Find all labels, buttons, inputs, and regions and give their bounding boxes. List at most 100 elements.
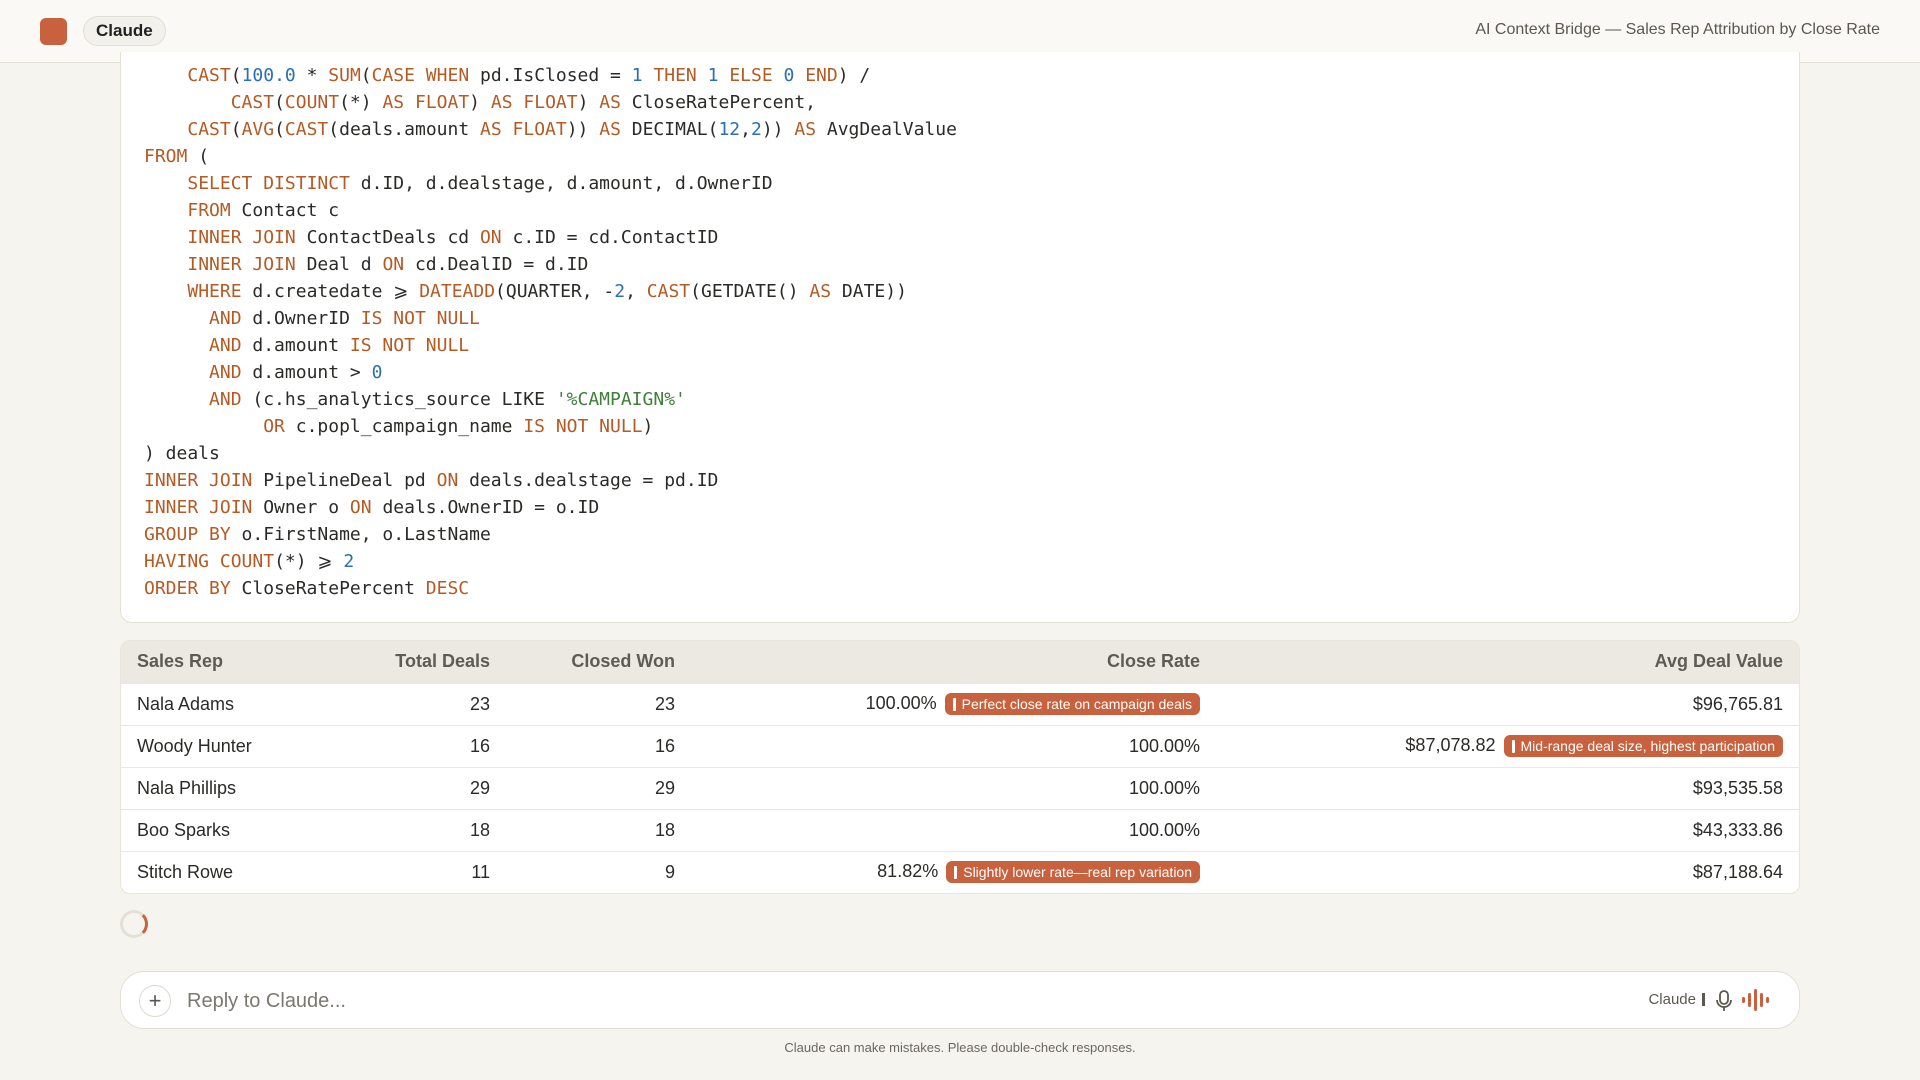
- table-body: Nala Adams 23 23 100.00% Perfect close rate …: [121, 682, 1799, 893]
- table-row: Nala Phillips 29 29 100.00% $93,535.58: [121, 766, 1799, 809]
- cell-close-rate: 81.82% Slightly lower rate—real rep varia…: [691, 850, 1216, 893]
- cell-total-deals: 18: [321, 808, 506, 851]
- table-row: Boo Sparks 18 18 100.00% $43,333.86: [121, 808, 1799, 851]
- code-line: INNER JOIN Deal d ON cd.DealID = d.ID: [187, 254, 589, 275]
- cell-total-deals-value: 23: [469, 693, 490, 714]
- cell-avg-deal-value-value: $43,333.86: [1692, 819, 1783, 840]
- caret-icon: [1702, 993, 1705, 1006]
- cell-sales-rep: Boo Sparks: [121, 808, 321, 851]
- code-line: INNER JOIN ContactDeals cd ON c.ID = cd.…: [187, 227, 719, 248]
- loading-spinner-icon: [120, 910, 148, 938]
- cell-avg-deal-value: $43,333.86: [1216, 808, 1799, 851]
- header-close-rate: Close Rate: [691, 641, 1216, 683]
- code-line: SELECT DISTINCT d.ID, d.dealstage, d.amo…: [187, 173, 773, 194]
- badge-label: Perfect close rate on campaign deals: [961, 696, 1192, 713]
- badge-bar-icon: [952, 697, 956, 711]
- cell-closed-won-value: 16: [654, 735, 675, 756]
- annotation-badge: Slightly lower rate—real rep variation: [946, 861, 1200, 884]
- cell-close-rate: 100.00%: [691, 808, 1216, 851]
- cell-total-deals-value: 16: [469, 735, 490, 756]
- cell-close-rate: 100.00%: [691, 724, 1216, 767]
- cell-avg-deal-value-value: $96,765.81: [1692, 693, 1783, 714]
- cell-avg-deal-value: $87,188.64: [1216, 850, 1799, 893]
- cell-total-deals-value: 18: [469, 819, 490, 840]
- table-header-row: Sales Rep Total Deals Closed Won Close R…: [121, 641, 1799, 683]
- code-line: GROUP BY o.FirstName, o.LastName: [144, 524, 491, 545]
- code-line: WHERE d.createdate ⩾ DATEADD(QUARTER, -2…: [187, 281, 907, 302]
- badge-bar-icon: [954, 865, 958, 879]
- model-selector[interactable]: Claude: [1648, 991, 1705, 1008]
- cell-sales-rep: Nala Phillips: [121, 766, 321, 809]
- reply-composer: + Claude: [120, 971, 1800, 1029]
- table-row: Stitch Rowe 11 9 81.82% Slightly lower rate—…: [121, 850, 1799, 893]
- badge-bar-icon: [1511, 739, 1515, 753]
- cell-sales-rep-value: Stitch Rowe: [137, 861, 234, 882]
- cell-sales-rep: Woody Hunter: [121, 724, 321, 767]
- badge-label: Slightly lower rate—real rep variation: [963, 864, 1192, 881]
- cell-sales-rep-value: Nala Phillips: [137, 777, 237, 798]
- code-line: AND d.amount > 0: [209, 362, 383, 383]
- cell-close-rate-value: 81.82%: [877, 861, 939, 882]
- cell-close-rate-value: 100.00%: [865, 692, 937, 713]
- microphone-icon[interactable]: [1713, 989, 1735, 1013]
- cell-close-rate: 100.00% Perfect close rate on campaign de…: [691, 682, 1216, 725]
- app-logo-icon[interactable]: [40, 17, 67, 45]
- cell-closed-won: 18: [506, 808, 691, 851]
- cell-close-rate: 100.00%: [691, 766, 1216, 809]
- cell-avg-deal-value: $96,765.81: [1216, 682, 1799, 725]
- model-selector-label: Claude: [1648, 991, 1696, 1008]
- cell-avg-deal-value: $87,078.82 Mid-range deal size, highest p…: [1216, 724, 1799, 767]
- code-line: ) deals: [144, 443, 220, 464]
- cell-sales-rep-value: Nala Adams: [137, 693, 235, 714]
- cell-sales-rep: Stitch Rowe: [121, 850, 321, 893]
- cell-closed-won: 23: [506, 682, 691, 725]
- code-line: FROM Contact c: [187, 200, 340, 221]
- app-name-button[interactable]: Claude: [83, 16, 166, 46]
- cell-sales-rep: Nala Adams: [121, 682, 321, 725]
- cell-total-deals: 11: [321, 850, 506, 893]
- code-line: INNER JOIN PipelineDeal pd ON deals.deal…: [144, 470, 719, 491]
- badge-label: Mid-range deal size, highest participati…: [1520, 738, 1775, 755]
- cell-sales-rep-value: Woody Hunter: [137, 735, 252, 756]
- header-closed-won: Closed Won: [506, 641, 691, 683]
- cell-closed-won: 9: [506, 850, 691, 893]
- plus-icon[interactable]: +: [139, 985, 171, 1017]
- code-line: AND (c.hs_analytics_source LIKE '%CAMPAI…: [209, 389, 686, 410]
- cell-closed-won-value: 18: [654, 819, 675, 840]
- cell-total-deals: 16: [321, 724, 506, 767]
- code-line: CAST(AVG(CAST(deals.amount AS FLOAT)) AS…: [187, 119, 957, 140]
- table-row: Nala Adams 23 23 100.00% Perfect close rate …: [121, 682, 1799, 725]
- code-line: OR c.popl_campaign_name IS NOT NULL): [263, 416, 654, 437]
- cell-closed-won: 16: [506, 724, 691, 767]
- cell-total-deals-value: 11: [471, 861, 490, 882]
- table-row: Woody Hunter 16 16 100.00% $87,078.82 Mid-ran…: [121, 724, 1799, 767]
- cell-avg-deal-value: $93,535.58: [1216, 766, 1799, 809]
- cell-close-rate-value: 100.00%: [1128, 735, 1200, 756]
- voice-waveform-icon[interactable]: [1741, 988, 1769, 1012]
- cell-sales-rep-value: Boo Sparks: [137, 819, 231, 840]
- results-table: Sales Rep Total Deals Closed Won Close R…: [120, 640, 1800, 894]
- cell-close-rate-value: 100.00%: [1128, 777, 1200, 798]
- sql-code-block: CAST(100.0 * SUM(CASE WHEN pd.IsClosed =…: [120, 52, 1800, 623]
- disclaimer-text: Claude can make mistakes. Please double-…: [784, 1040, 1136, 1055]
- code-line: ORDER BY CloseRatePercent DESC: [144, 578, 470, 599]
- cell-closed-won-value: 23: [654, 693, 675, 714]
- sql-code: CAST(100.0 * SUM(CASE WHEN pd.IsClosed =…: [144, 62, 957, 602]
- annotation-badge: Perfect close rate on campaign deals: [944, 693, 1200, 716]
- cell-total-deals-value: 29: [469, 777, 490, 798]
- cell-closed-won: 29: [506, 766, 691, 809]
- header-sales-rep: Sales Rep: [121, 641, 321, 683]
- code-line: INNER JOIN Owner o ON deals.OwnerID = o.…: [144, 497, 600, 518]
- cell-closed-won-value: 29: [654, 777, 675, 798]
- annotation-badge: Mid-range deal size, highest participati…: [1503, 735, 1783, 758]
- page-title: AI Context Bridge — Sales Rep Attributio…: [1475, 21, 1880, 38]
- code-line: AND d.OwnerID IS NOT NULL: [209, 308, 480, 329]
- reply-input[interactable]: [187, 984, 1487, 1018]
- cell-avg-deal-value-value: $93,535.58: [1692, 777, 1783, 798]
- header-avg-deal-value: Avg Deal Value: [1216, 641, 1799, 683]
- cell-total-deals: 23: [321, 682, 506, 725]
- code-line: FROM (: [144, 146, 210, 167]
- code-line: CAST(COUNT(*) AS FLOAT) AS FLOAT) AS Clo…: [230, 92, 817, 113]
- cell-close-rate-value: 100.00%: [1128, 819, 1200, 840]
- header-total-deals: Total Deals: [321, 641, 506, 683]
